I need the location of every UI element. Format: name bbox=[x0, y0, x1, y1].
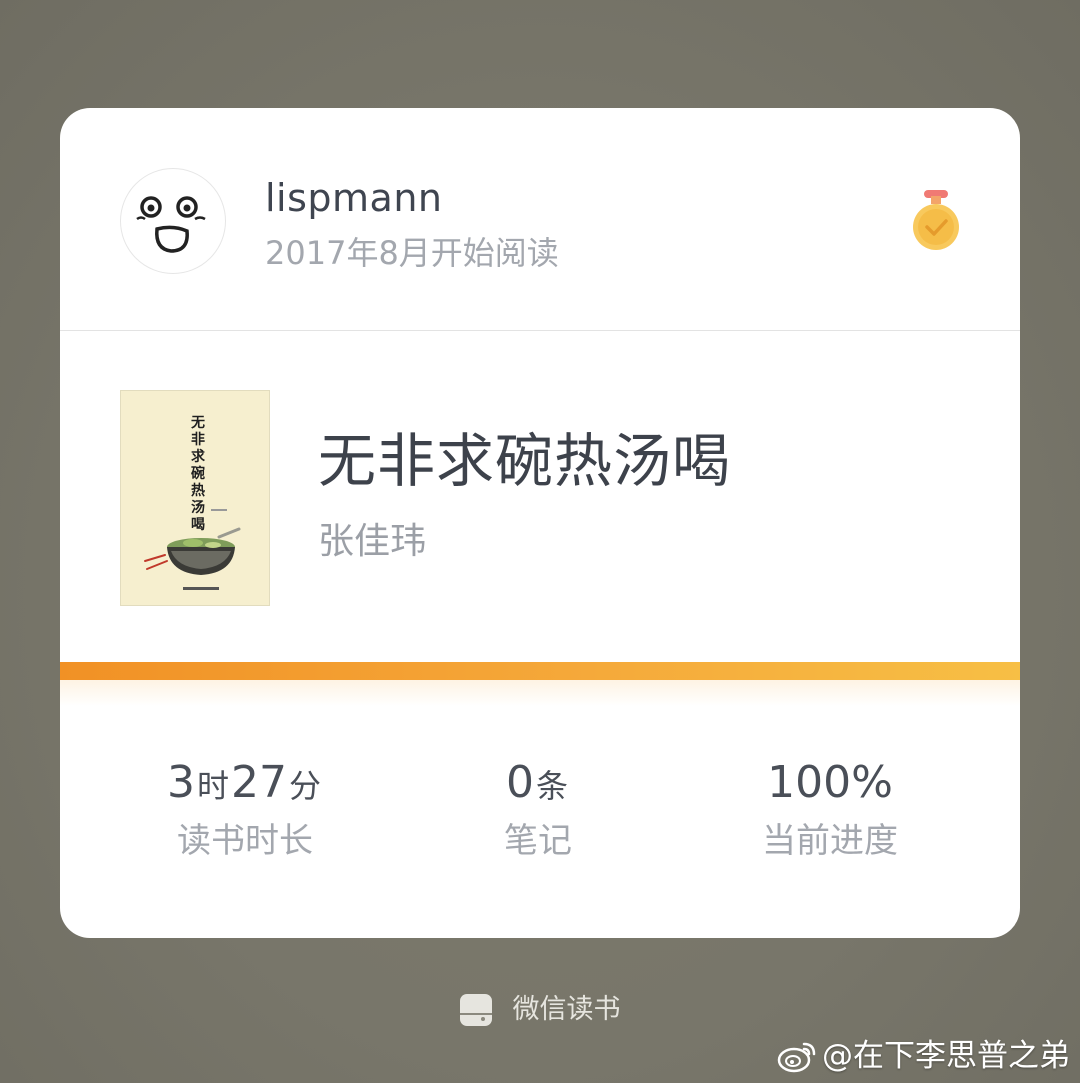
progress-label: 当前进度 bbox=[762, 821, 898, 861]
reading-progress-bar bbox=[60, 662, 1020, 680]
avatar[interactable] bbox=[120, 168, 226, 274]
progress-percent: 100% bbox=[767, 757, 893, 808]
reading-time-minutes-unit: 分 bbox=[289, 767, 322, 805]
app-brand: 微信读书 bbox=[0, 985, 1080, 1035]
reading-time-hours: 3 bbox=[166, 757, 195, 808]
weread-logo-icon bbox=[460, 994, 493, 1026]
notes-value: 0条 bbox=[378, 752, 698, 814]
medal-icon[interactable] bbox=[908, 188, 964, 254]
book-author[interactable]: 张佳玮 bbox=[318, 518, 426, 566]
reading-since: 2017年8月开始阅读 bbox=[265, 234, 559, 272]
app-brand-label: 微信读书 bbox=[512, 994, 621, 1025]
notes-count: 0 bbox=[505, 757, 534, 808]
surprised-face-avatar-icon bbox=[136, 196, 206, 253]
notes-label: 笔记 bbox=[504, 821, 572, 861]
notes-unit: 条 bbox=[535, 767, 568, 805]
share-card: lispmann 2017年8月开始阅读 无非求碗热汤喝 无非求碗热汤喝 张佳玮 bbox=[60, 108, 1020, 938]
reading-progress-fill bbox=[60, 662, 1020, 680]
progress-value: 100% bbox=[670, 752, 990, 814]
profile-header: lispmann 2017年8月开始阅读 bbox=[60, 108, 1020, 330]
book-title[interactable]: 无非求碗热汤喝 bbox=[318, 426, 731, 496]
stat-progress: 100% 当前进度 bbox=[670, 752, 990, 866]
stat-notes: 0条 笔记 bbox=[378, 752, 698, 866]
cover-title: 无非求碗热汤喝 bbox=[191, 415, 205, 533]
reading-time-hours-unit: 时 bbox=[196, 767, 229, 805]
stat-reading-time: 3时27分 读书时长 bbox=[85, 752, 405, 866]
progress-glow bbox=[60, 680, 1020, 706]
book-cover[interactable]: 无非求碗热汤喝 bbox=[120, 390, 270, 606]
weibo-watermark: @在下李思普之弟 bbox=[776, 1034, 1070, 1078]
header-divider bbox=[60, 330, 1020, 331]
reading-time-value: 3时27分 bbox=[85, 752, 405, 814]
reading-time-minutes: 27 bbox=[231, 757, 287, 808]
watermark-text: @在下李思普之弟 bbox=[822, 1038, 1070, 1074]
username: lispmann bbox=[265, 176, 443, 220]
reading-time-label: 读书时长 bbox=[177, 821, 313, 861]
weibo-logo-icon bbox=[777, 1042, 816, 1073]
